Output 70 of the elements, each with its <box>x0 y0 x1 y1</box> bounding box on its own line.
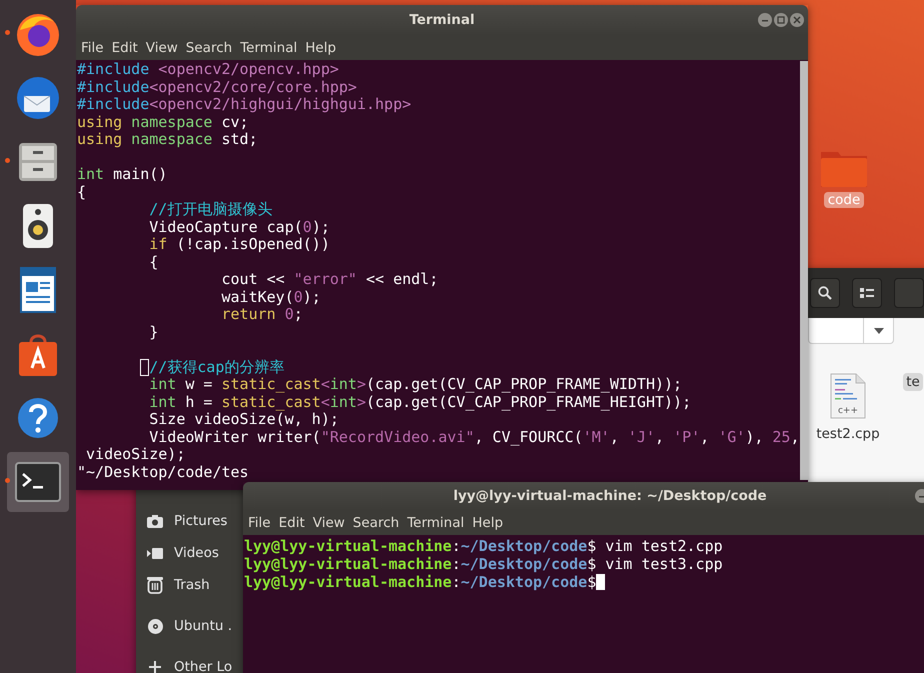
search-icon <box>818 286 832 300</box>
dock-item[interactable] <box>7 452 69 512</box>
terminal-line: //获得cap的分辨率 <box>77 358 800 376</box>
window-title: lyy@lyy-virtual-machine: ~/Desktop/code <box>452 488 768 504</box>
terminal-line: #include <opencv2/opencv.hpp> <box>77 61 340 78</box>
terminal-line: int h = static_cast<int>(cap.get(CV_CAP_PROP_FRAME_HEIGHT)); <box>148 394 692 411</box>
terminal-line: lyy@lyy-virtual-machine:~/Desktop/code$ vim test2.cpp <box>244 537 724 555</box>
maximize-icon <box>777 16 785 24</box>
sidebar-item[interactable]: Ubuntu . <box>174 618 232 634</box>
sidebar-item[interactable]: Other Lo <box>174 659 232 673</box>
window-title: Terminal <box>408 12 476 28</box>
file-cabinet-icon <box>16 140 60 184</box>
terminal-line: if (!cap.isOpened()) <box>148 236 331 254</box>
sidebar-item[interactable]: Videos <box>174 545 219 561</box>
terminal-line: { <box>77 184 88 201</box>
terminal-line: //打开电脑摄像头 <box>148 201 274 218</box>
close-icon <box>793 16 801 24</box>
menu-item[interactable]: Search <box>352 514 400 530</box>
trash-icon <box>147 576 163 594</box>
terminal-line: lyy@lyy-virtual-machine:~/Desktop/code$ <box>244 573 924 591</box>
menu-item[interactable]: Search <box>186 40 232 56</box>
document-icon <box>830 373 866 419</box>
menu-item[interactable]: File <box>248 514 271 530</box>
terminal-line: cout << "error" << endl; <box>220 271 440 288</box>
camera-icon <box>147 514 163 528</box>
terminal-line: { <box>148 254 160 271</box>
terminal-line: #include<opencv2/highgui/highgui.hpp> <box>77 96 412 114</box>
terminal-line: using namespace cv; <box>77 114 250 131</box>
sidebar-item[interactable]: Trash <box>174 577 210 593</box>
file-name[interactable]: test2.cpp <box>813 425 883 443</box>
maximize-button[interactable] <box>774 13 788 27</box>
file-type-label: c++ <box>836 406 860 416</box>
menu-item[interactable]: Help <box>305 40 336 56</box>
terminal-line: #include<opencv2/core/core.hpp> <box>77 78 358 96</box>
menu-item[interactable]: Edit <box>278 514 305 530</box>
terminal-line: using namespace std; <box>77 131 259 148</box>
menu-item[interactable]: Help <box>472 514 504 530</box>
menu-item[interactable]: View <box>146 40 178 56</box>
close-button[interactable] <box>790 13 804 27</box>
help-icon <box>16 396 60 440</box>
video-camera-icon <box>147 548 163 558</box>
terminal-line: int w = static_cast<int>(cap.get(CV_CAP_PROP_FRAME_WIDTH)); <box>148 376 684 394</box>
terminal-line: lyy@lyy-virtual-machine:~/Desktop/code$ vim test3.cpp <box>244 555 724 573</box>
terminal-line: VideoWriter writer("RecordVideo.avi", CV_FOURCC('M', 'J', 'P', 'G'), 25, <box>148 428 800 446</box>
file-name[interactable]: te <box>903 373 923 391</box>
menu-item[interactable]: View <box>312 514 345 530</box>
menu-item[interactable]: Edit <box>112 40 138 56</box>
view-button[interactable] <box>852 278 882 308</box>
terminal-line: } <box>148 324 160 341</box>
list-view-icon <box>860 287 874 299</box>
minimize-button[interactable] <box>758 13 772 27</box>
menu-item[interactable]: Terminal <box>407 514 464 530</box>
terminal-line: int main() <box>77 166 168 184</box>
terminal-line: waitKey(0); <box>220 288 322 306</box>
mail-icon <box>14 74 62 122</box>
menu-item[interactable]: File <box>81 40 104 56</box>
terminal-line: Size videoSize(w, h); <box>148 411 340 428</box>
scrollbar[interactable] <box>800 61 808 480</box>
document-icon <box>18 266 58 314</box>
terminal-line: videoSize); <box>85 446 186 464</box>
terminal-line: return 0; <box>220 306 304 324</box>
terminal-icon <box>15 462 61 502</box>
menu-item[interactable]: Terminal <box>240 40 298 56</box>
terminal-line: "~/Desktop/code/tes <box>77 464 250 481</box>
caret-icon <box>874 328 884 334</box>
plus-icon <box>149 661 161 673</box>
sidebar-item[interactable]: Pictures <box>174 513 228 529</box>
terminal-line: VideoCapture cap(0); <box>148 218 331 236</box>
search-button[interactable] <box>810 278 840 308</box>
disc-icon <box>148 618 162 634</box>
